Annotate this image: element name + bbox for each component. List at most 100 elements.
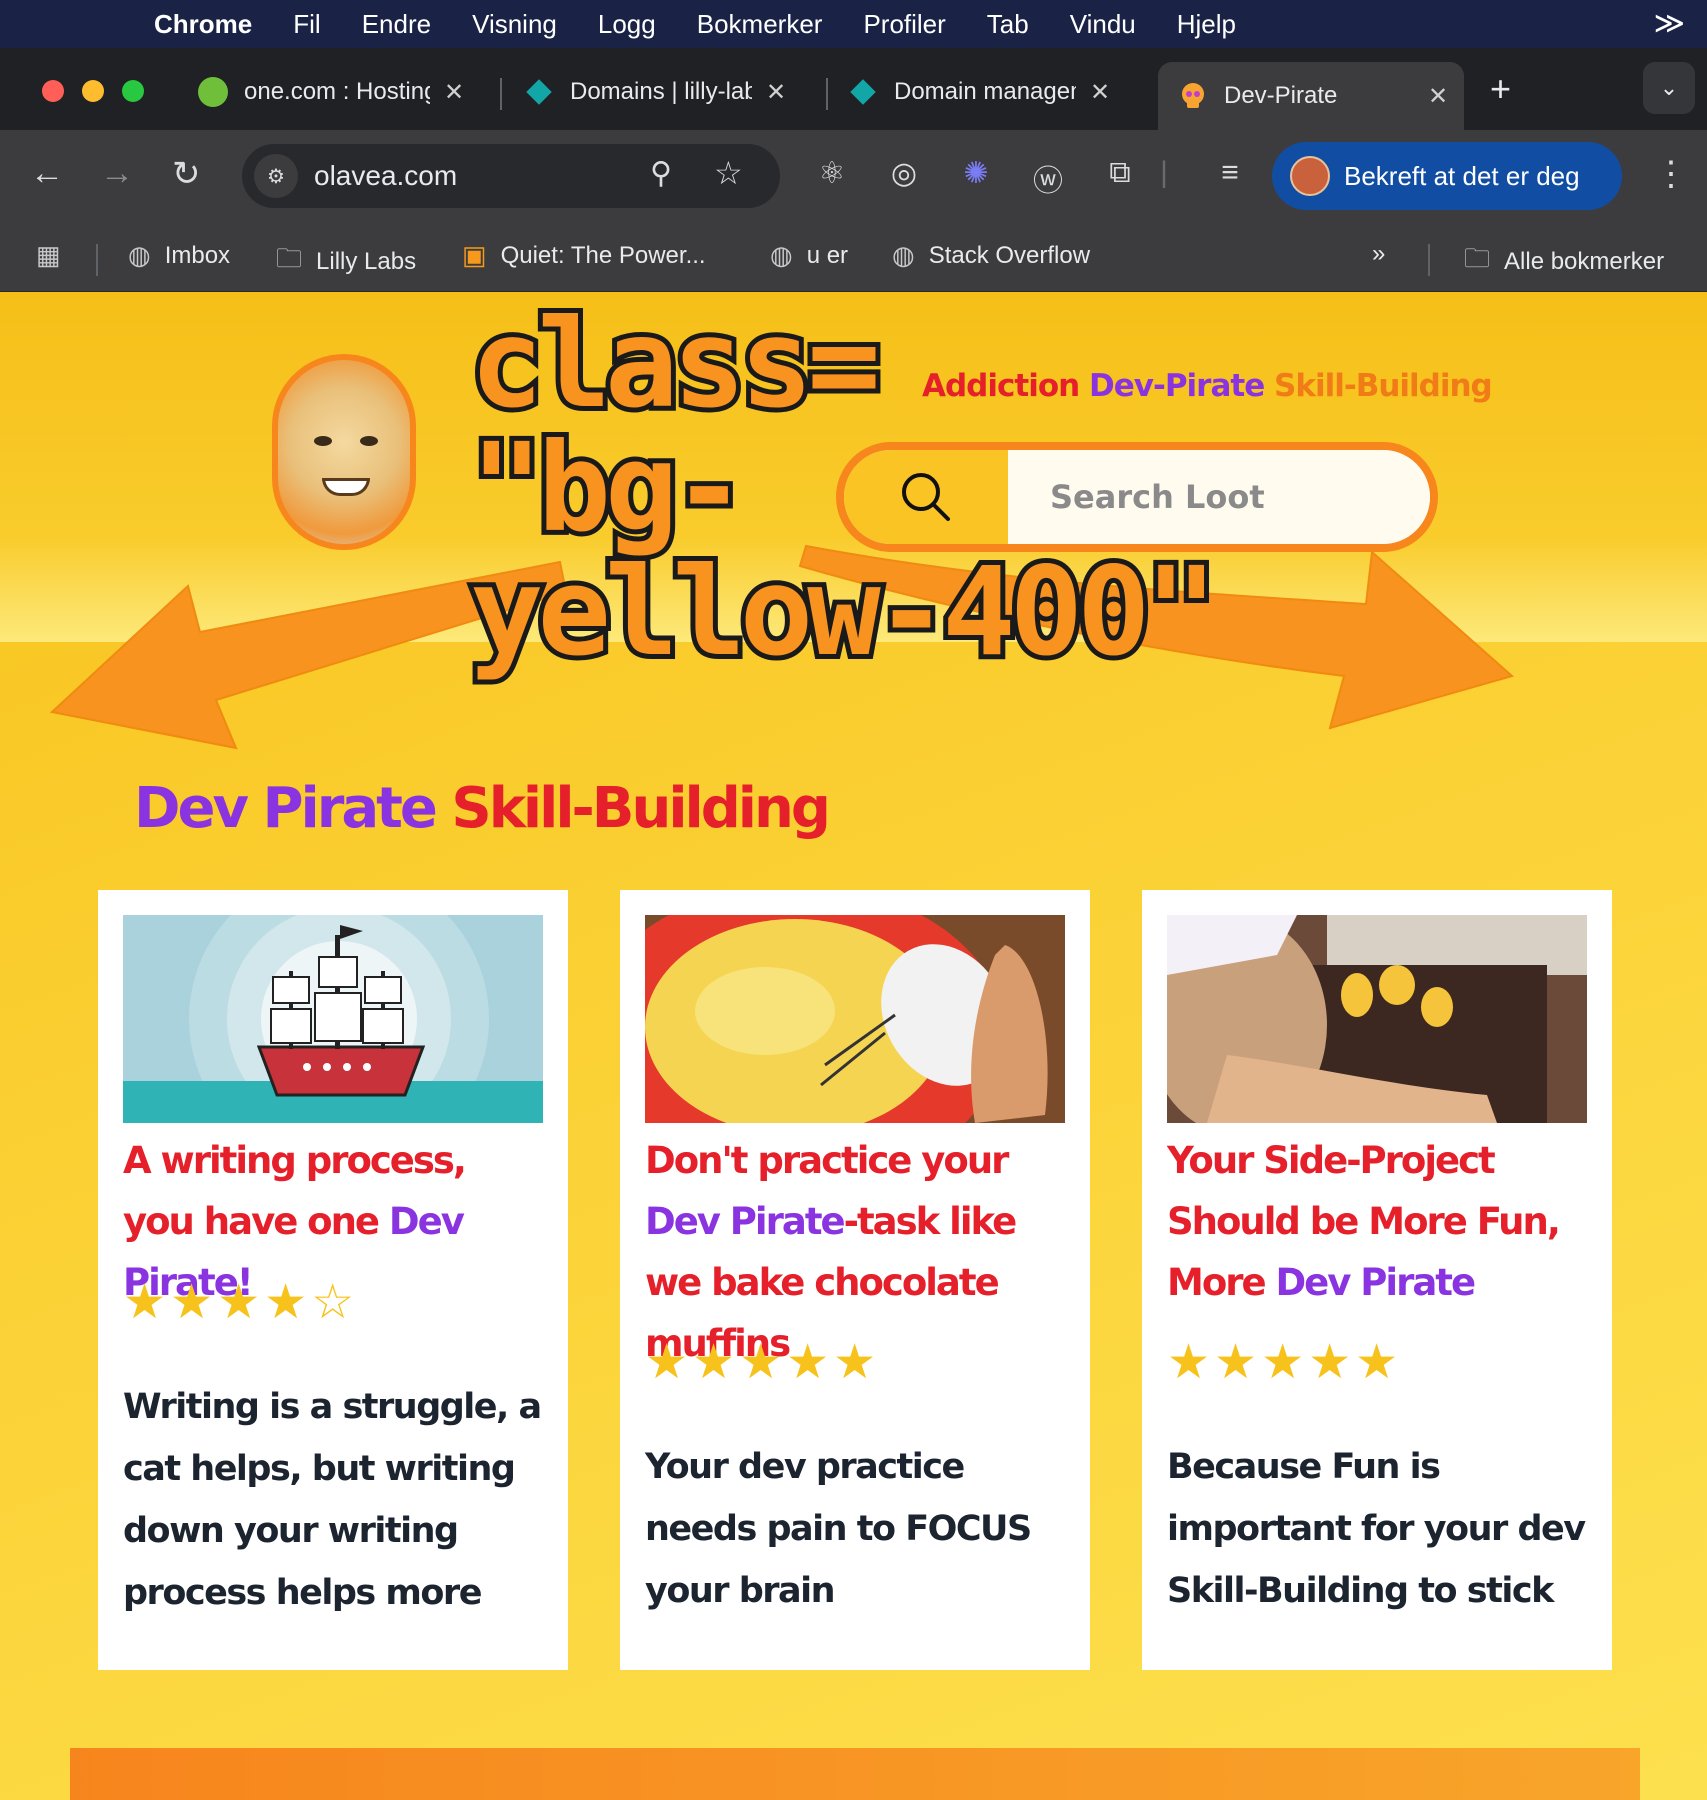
address-bar[interactable]: ⚙ olavea.com ⚲ ☆ bbox=[242, 144, 780, 208]
section-title: Dev Pirate Skill-Building bbox=[134, 776, 831, 841]
bookmark-u-er[interactable]: ◍ u er bbox=[770, 240, 848, 271]
menu-logg[interactable]: Logg bbox=[598, 9, 656, 40]
avatar bbox=[1290, 156, 1330, 196]
folder-icon: 🗀 bbox=[276, 243, 303, 273]
bookmark-label: Quiet: The Power... bbox=[500, 241, 706, 269]
teal-diamond-icon bbox=[848, 77, 878, 107]
menu-profiler[interactable]: Profiler bbox=[863, 9, 945, 40]
globe-icon: ◍ bbox=[128, 240, 151, 270]
bookmark-divider bbox=[1428, 244, 1430, 276]
mac-menu-bar: Chrome Fil Endre Visning Logg Bokmerker … bbox=[0, 0, 1707, 48]
card-title-text: Don't practice your bbox=[645, 1139, 1009, 1182]
bookmark-label: u er bbox=[806, 241, 849, 269]
grid-icon: ▦ bbox=[36, 240, 61, 270]
tab-search-dropdown[interactable]: ⌄ bbox=[1643, 62, 1695, 114]
chevron-down-icon: ⌄ bbox=[1659, 75, 1679, 100]
article-card[interactable]: Don't practice your Dev Pirate-task like… bbox=[620, 890, 1090, 1670]
close-icon[interactable]: ✕ bbox=[766, 78, 786, 107]
card-title-highlight: Dev Pirate bbox=[645, 1200, 846, 1243]
bookmark-label: Alle bokmerker bbox=[1504, 248, 1665, 275]
tab-domains-lilly[interactable]: Domains | lilly-labs ✕ bbox=[524, 62, 786, 122]
bookmark-star-icon[interactable]: ☆ bbox=[714, 154, 743, 192]
card-title[interactable]: Your Side-Project Should be More Fun, Mo… bbox=[1167, 1130, 1587, 1313]
bookmark-label: Imbox bbox=[164, 241, 231, 269]
menu-bokmerker[interactable]: Bokmerker bbox=[697, 9, 823, 40]
section-title-part: Skill-Building bbox=[451, 776, 831, 841]
zoom-icon[interactable]: ⚲ bbox=[650, 156, 672, 191]
menu-tab[interactable]: Tab bbox=[987, 9, 1029, 40]
footer-band bbox=[70, 1748, 1640, 1800]
sparkle-extension-icon[interactable]: ✺ bbox=[956, 156, 996, 196]
site-settings-icon[interactable]: ⚙ bbox=[254, 154, 298, 198]
globe-icon: ◍ bbox=[892, 240, 915, 270]
close-icon[interactable]: ✕ bbox=[444, 78, 464, 107]
react-devtools-icon[interactable]: ⚛ bbox=[812, 156, 852, 196]
teal-diamond-icon bbox=[524, 77, 554, 107]
browser-toolbar: ← → ↻ ⚙ olavea.com ⚲ ☆ ⚛ ◎ ✺ ⓦ ⧉ | ≡ Bek… bbox=[0, 130, 1707, 222]
star-rating: ★★★★★ bbox=[645, 1336, 881, 1389]
back-button[interactable]: ← bbox=[30, 154, 64, 193]
more-menu-icon[interactable]: ⋮ bbox=[1654, 154, 1688, 194]
window-close-button[interactable] bbox=[42, 80, 64, 102]
target-extension-icon[interactable]: ◎ bbox=[884, 156, 924, 196]
pirate-ship-image bbox=[123, 915, 543, 1123]
section-title-part: Dev Pirate bbox=[134, 776, 452, 841]
apps-grid-icon[interactable]: ▦ bbox=[36, 240, 75, 271]
skull-icon bbox=[1178, 81, 1208, 111]
bookmark-label: Stack Overflow bbox=[928, 241, 1091, 269]
menu-hjelp[interactable]: Hjelp bbox=[1177, 9, 1236, 40]
star-rating: ★★★★★ bbox=[1167, 1336, 1403, 1389]
reload-button[interactable]: ↻ bbox=[172, 154, 201, 194]
baking-bowl-image bbox=[645, 915, 1065, 1123]
puzzle-extensions-icon[interactable]: ⧉ bbox=[1100, 156, 1140, 196]
green-circle-icon bbox=[198, 77, 228, 107]
menu-fil[interactable]: Fil bbox=[293, 9, 320, 40]
profile-label: Bekreft at det er deg bbox=[1344, 160, 1580, 191]
tab-one-com[interactable]: one.com : Hosting ✕ bbox=[198, 62, 464, 122]
article-card[interactable]: Your Side-Project Should be More Fun, Mo… bbox=[1142, 890, 1612, 1670]
bookmark-stack-overflow[interactable]: ◍ Stack Overflow bbox=[892, 240, 1090, 271]
bookmark-label: Lilly Labs bbox=[316, 248, 417, 275]
bookmarks-bar: ▦ ◍ Imbox 🗀 Lilly Labs ▣ Quiet: The Power..… bbox=[0, 222, 1707, 292]
child-lemons-image bbox=[1167, 915, 1587, 1123]
tab-divider bbox=[826, 78, 828, 110]
forward-button[interactable]: → bbox=[100, 154, 134, 193]
tab-title: one.com : Hosting bbox=[244, 78, 430, 105]
profile-button[interactable]: Bekreft at det er deg bbox=[1272, 142, 1622, 210]
bookmark-imbox[interactable]: ◍ Imbox bbox=[128, 240, 230, 271]
annotation-class-label: class= "bg-yellow-400" bbox=[465, 293, 1223, 683]
bookmark-all[interactable]: 🗀 Alle bokmerker bbox=[1464, 240, 1664, 284]
article-card[interactable]: A writing process, you have one Dev Pira… bbox=[98, 890, 568, 1670]
w-extension-icon[interactable]: ⓦ bbox=[1028, 156, 1068, 198]
menu-vindu[interactable]: Vindu bbox=[1070, 9, 1136, 40]
tab-dev-pirate[interactable]: Dev-Pirate ✕ bbox=[1158, 62, 1464, 130]
tab-divider bbox=[500, 78, 502, 110]
new-tab-button[interactable]: + bbox=[1490, 68, 1511, 110]
status-menu-icon[interactable]: ≫ bbox=[1654, 6, 1685, 41]
close-icon[interactable]: ✕ bbox=[1428, 82, 1448, 111]
bookmark-lilly-labs[interactable]: 🗀 Lilly Labs bbox=[276, 240, 416, 284]
tab-domain-management[interactable]: Domain management ✕ bbox=[848, 62, 1110, 122]
double-chevron-icon: » bbox=[1372, 240, 1386, 267]
menu-app-chrome[interactable]: Chrome bbox=[154, 9, 252, 40]
window-minimize-button[interactable] bbox=[82, 80, 104, 102]
tab-strip: one.com : Hosting ✕ Domains | lilly-labs… bbox=[0, 48, 1707, 130]
bookmark-quiet[interactable]: ▣ Quiet: The Power... bbox=[462, 240, 706, 271]
card-title-highlight: Dev Pirate bbox=[1275, 1261, 1476, 1304]
menu-endre[interactable]: Endre bbox=[362, 9, 431, 40]
bookmarks-overflow-button[interactable]: » bbox=[1372, 240, 1385, 268]
close-icon[interactable]: ✕ bbox=[1090, 78, 1110, 107]
window-zoom-button[interactable] bbox=[122, 80, 144, 102]
url-text[interactable]: olavea.com bbox=[314, 160, 457, 192]
card-excerpt: Your dev practice needs pain to FOCUS yo… bbox=[645, 1447, 1032, 1611]
tab-title: Domain management bbox=[894, 78, 1076, 105]
audible-icon: ▣ bbox=[462, 240, 487, 270]
page-content: Addiction Dev-Pirate Skill-Building clas… bbox=[0, 292, 1707, 1800]
tab-title: Domains | lilly-labs bbox=[570, 78, 752, 105]
reading-list-icon[interactable]: ≡ bbox=[1210, 156, 1250, 196]
menu-visning[interactable]: Visning bbox=[472, 9, 557, 40]
toolbar-divider: | bbox=[1160, 156, 1168, 189]
bookmark-divider bbox=[96, 244, 98, 276]
folder-icon: 🗀 bbox=[1464, 243, 1491, 273]
tab-title: Dev-Pirate bbox=[1224, 82, 1338, 109]
